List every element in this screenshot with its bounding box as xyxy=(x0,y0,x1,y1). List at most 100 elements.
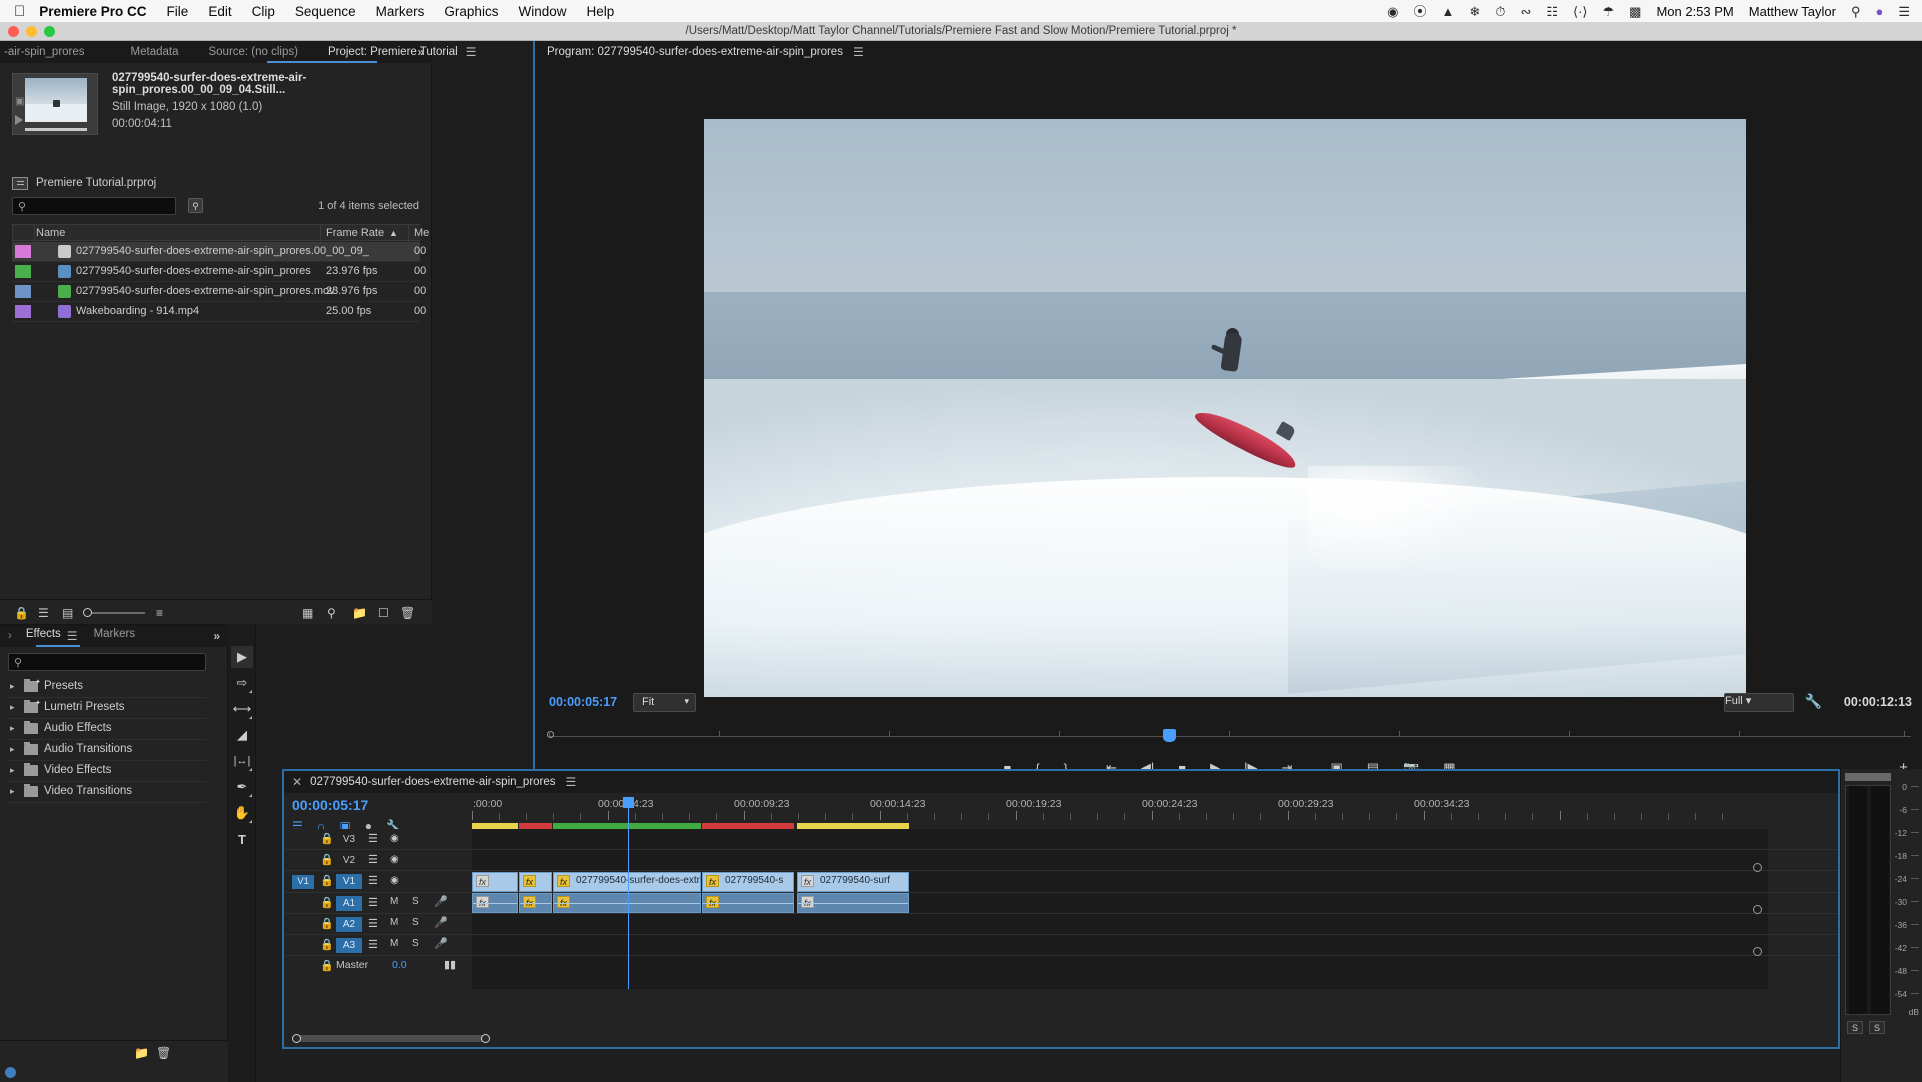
hamburger-icon[interactable]: ☰ xyxy=(67,629,78,643)
table-row[interactable]: Wakeboarding - 914.mp4 25.00 fps 00 xyxy=(12,302,426,321)
project-search-input[interactable]: ⚲ xyxy=(12,197,176,215)
razor-tool-icon[interactable]: ◢ xyxy=(231,724,253,746)
zoom-slider[interactable] xyxy=(85,612,145,614)
timeline-clip[interactable]: fx xyxy=(519,893,552,913)
menu-sequence[interactable]: Sequence xyxy=(295,4,356,19)
record-icon[interactable]: ◉ xyxy=(1387,5,1398,18)
sync-lock-icon[interactable]: ☰ xyxy=(368,938,378,951)
program-scrubber[interactable] xyxy=(547,729,1911,745)
apple-icon[interactable]:  xyxy=(14,4,25,19)
voice-record-icon[interactable]: 🎤 xyxy=(434,937,448,950)
timeline-horizontal-scrollbar[interactable] xyxy=(292,1034,490,1043)
bluetooth-icon[interactable]: ∾ xyxy=(1520,5,1531,18)
freeform-view-icon[interactable]: ▦ xyxy=(302,606,313,620)
menubar-clock[interactable]: Mon 2:53 PM xyxy=(1656,4,1733,19)
track-header-v2[interactable]: 🔒 V2 ☰ ◉ xyxy=(284,850,472,870)
scrollbar-left-handle[interactable] xyxy=(292,1034,301,1043)
chevron-right-icon[interactable]: ▸ xyxy=(10,702,15,713)
track-output-eye-icon[interactable]: ◉ xyxy=(390,854,399,865)
solo-right-button[interactable]: S xyxy=(1869,1021,1885,1034)
column-header-media[interactable]: Me xyxy=(414,227,429,239)
track-name-label[interactable]: A1 xyxy=(336,896,362,911)
track-header-master[interactable]: 🔒 Master 0.0 ▮▮ xyxy=(284,956,472,976)
lock-icon[interactable]: 🔒 xyxy=(320,938,334,951)
sync-lock-icon[interactable]: ☰ xyxy=(368,896,378,909)
parent-bin-icon[interactable] xyxy=(12,177,28,190)
playback-resolution-dropdown[interactable]: Full ▾ xyxy=(1724,693,1794,712)
list-view-icon[interactable]: ☰ xyxy=(38,606,49,620)
timeline-clip[interactable]: fx xyxy=(702,893,794,913)
panel-menu-icon[interactable]: ☰ xyxy=(466,45,477,59)
track-header-v1[interactable]: V1 🔒 V1 ☰ ◉ xyxy=(284,871,472,892)
list-item[interactable]: ▸ ✦ Lumetri Presets xyxy=(8,698,206,718)
sync-lock-icon[interactable]: ☰ xyxy=(368,874,378,887)
preview-scrub-bar[interactable] xyxy=(25,128,87,131)
tab-source[interactable]: Source: (no clips) xyxy=(208,46,297,58)
solo-track-button[interactable]: S xyxy=(412,938,419,949)
lock-icon[interactable]: 🔒 xyxy=(320,832,334,845)
find-icon[interactable]: ⚲ xyxy=(327,606,336,620)
track-expand-button[interactable] xyxy=(1753,905,1762,914)
list-item[interactable]: ▸ Video Transitions xyxy=(8,782,206,802)
icon-view-icon[interactable]: ▤ xyxy=(62,606,73,620)
chevron-right-icon[interactable]: ▸ xyxy=(10,723,15,734)
timeline-sequence-title[interactable]: 027799540-surfer-does-extreme-air-spin_p… xyxy=(310,776,555,788)
timeline-ruler[interactable]: :00:00 00:00:04:23 00:00:09:23 00:00:14:… xyxy=(472,797,1832,823)
solo-left-button[interactable]: S xyxy=(1847,1021,1863,1034)
delete-icon[interactable]: 🗑 xyxy=(156,1046,171,1060)
timeline-track-area[interactable]: fx fx fx 027799540-surfer-does-extr fx 0… xyxy=(472,829,1768,989)
code-icon[interactable]: ⟨·⟩ xyxy=(1573,5,1587,18)
find-button[interactable]: ⚲ xyxy=(188,198,203,213)
playhead-handle[interactable] xyxy=(623,797,634,808)
siri-icon[interactable]: ● xyxy=(1875,5,1883,18)
fx-badge-icon[interactable]: fx xyxy=(706,896,719,908)
fx-badge-icon[interactable]: fx xyxy=(523,875,536,887)
dropzone-icon[interactable]: ❄ xyxy=(1469,5,1480,18)
fx-badge-icon[interactable]: fx xyxy=(476,875,489,887)
project-search-field[interactable] xyxy=(35,199,171,213)
play-icon[interactable] xyxy=(15,115,23,125)
chevrons-right-icon[interactable]: » xyxy=(213,629,220,643)
lock-icon[interactable]: 🔒 xyxy=(320,853,334,866)
fx-badge-icon[interactable]: fx xyxy=(523,896,536,908)
chevron-right-icon[interactable]: ▸ xyxy=(10,681,15,692)
program-current-timecode[interactable]: 00:00:05:17 xyxy=(549,695,617,709)
fx-badge-icon[interactable]: fx xyxy=(557,896,570,908)
lock-icon[interactable]: 🔒 xyxy=(320,896,334,909)
tab-effect-controls[interactable]: -air-spin_prores xyxy=(4,46,85,58)
effects-search-field[interactable] xyxy=(31,655,201,669)
sync-lock-icon[interactable]: ☰ xyxy=(368,832,378,845)
voice-record-icon[interactable]: 🎤 xyxy=(434,916,448,929)
close-icon[interactable]: ✕ xyxy=(292,775,302,789)
mute-track-button[interactable]: M xyxy=(390,896,398,907)
solo-track-button[interactable]: S xyxy=(412,896,419,907)
track-expand-button[interactable] xyxy=(1753,863,1762,872)
scrollbar-right-handle[interactable] xyxy=(481,1034,490,1043)
video-preview-area[interactable] xyxy=(535,63,1922,697)
type-tool-icon[interactable]: T xyxy=(231,828,253,850)
menu-clip[interactable]: Clip xyxy=(252,4,275,19)
app-name-label[interactable]: Premiere Pro CC xyxy=(39,4,146,19)
list-item[interactable]: ▸ Audio Effects xyxy=(8,719,206,739)
zoom-slider-knob[interactable] xyxy=(83,608,92,617)
fx-badge-icon[interactable]: fx xyxy=(706,875,719,887)
fx-badge-icon[interactable]: fx xyxy=(801,875,814,887)
mute-track-button[interactable]: M xyxy=(390,917,398,928)
sync-lock-icon[interactable]: ☰ xyxy=(368,917,378,930)
timeline-clip[interactable]: fx 027799540-surfer-does-extr xyxy=(553,872,701,892)
cleanmymac-icon[interactable]: ⦿ xyxy=(1414,5,1427,18)
fx-badge-icon[interactable]: fx xyxy=(801,896,814,908)
track-expand-button[interactable] xyxy=(1753,947,1762,956)
tab-markers[interactable]: Markers xyxy=(78,628,150,644)
lock-icon[interactable]: 🔒 xyxy=(320,917,334,930)
track-header-a2[interactable]: 🔒 A2 ☰ M S 🎤 xyxy=(284,914,472,934)
zoom-level-dropdown[interactable]: Fit ▾ xyxy=(633,693,696,712)
solo-track-button[interactable]: S xyxy=(412,917,419,928)
timeline-clip[interactable]: fx 027799540-surf xyxy=(797,872,909,892)
new-item-icon[interactable]: ☐ xyxy=(378,606,389,620)
status-indicator-icon[interactable] xyxy=(5,1067,16,1078)
column-header-name[interactable]: Name xyxy=(36,227,65,239)
hamburger-icon[interactable]: ☰ xyxy=(853,45,864,59)
search-icon[interactable]: ⚲ xyxy=(1851,5,1861,18)
program-monitor-title[interactable]: Program: 027799540-surfer-does-extreme-a… xyxy=(547,46,843,58)
